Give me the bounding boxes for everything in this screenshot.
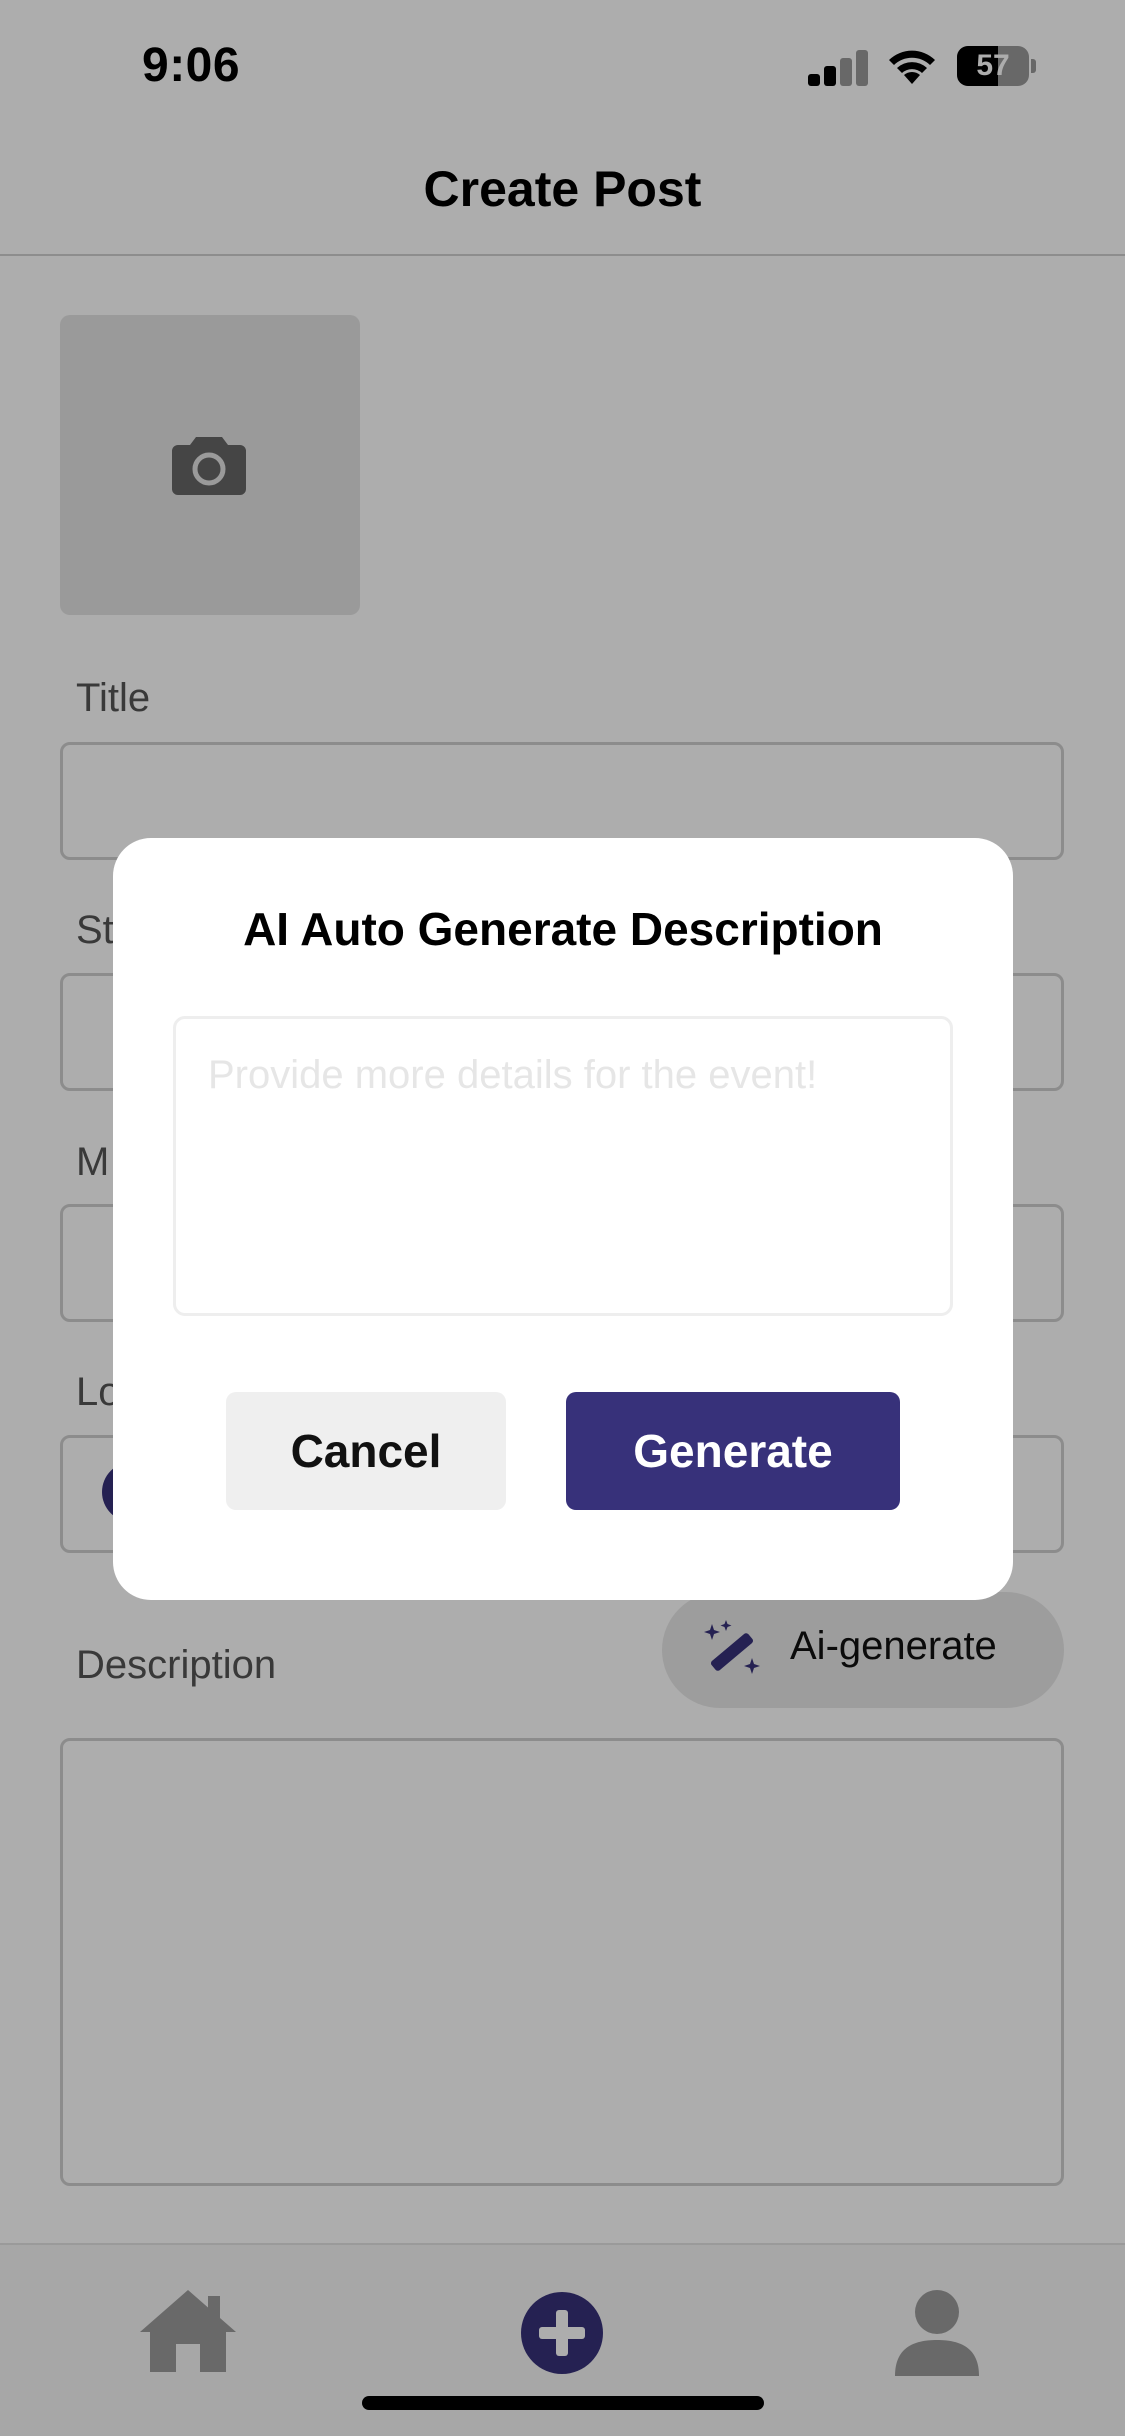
ai-generate-dialog: AI Auto Generate Description Provide mor… xyxy=(113,838,1013,1600)
home-indicator xyxy=(362,2396,764,2410)
generate-button[interactable]: Generate xyxy=(566,1392,900,1510)
cancel-button[interactable]: Cancel xyxy=(226,1392,506,1510)
textarea-placeholder: Provide more details for the event! xyxy=(208,1053,818,1097)
dialog-title: AI Auto Generate Description xyxy=(243,903,883,955)
event-details-textarea[interactable]: Provide more details for the event! xyxy=(173,1016,953,1316)
